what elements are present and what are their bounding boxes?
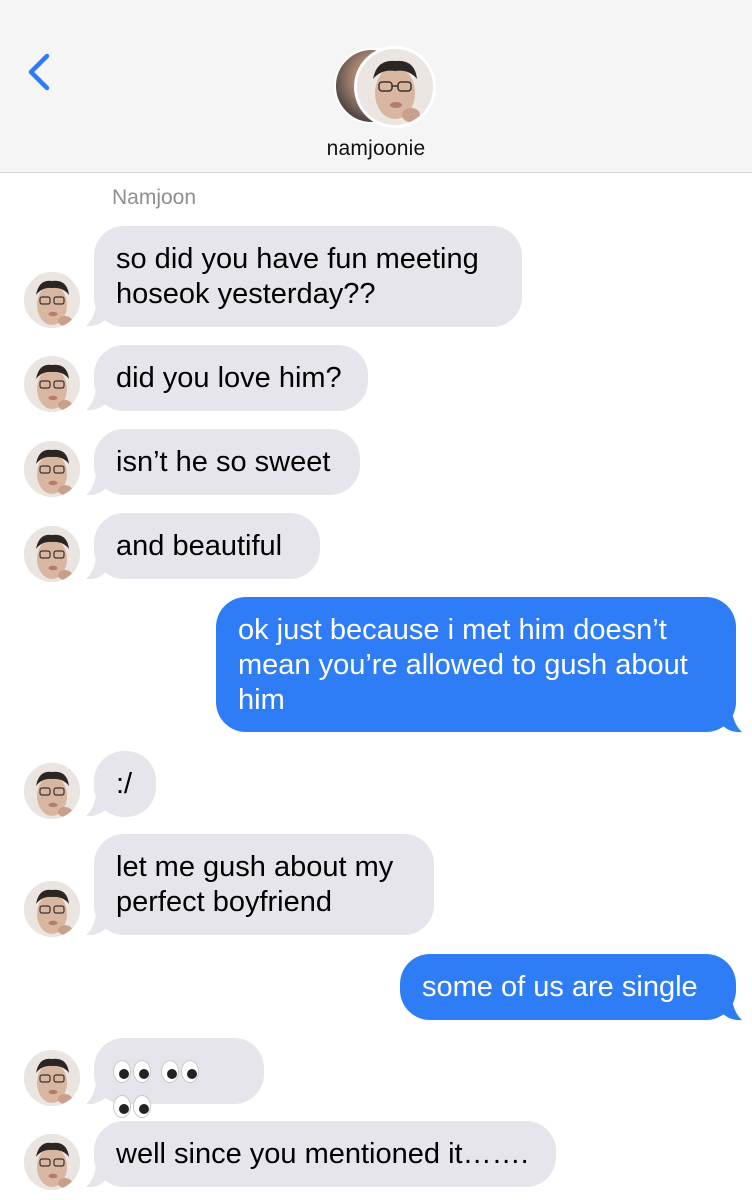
incoming-message-bubble[interactable]: and beautiful: [94, 513, 320, 579]
incoming-message-bubble[interactable]: let me gush about my perfect boyfriend: [94, 834, 434, 935]
incoming-message-bubble[interactable]: so did you have fun meeting hoseok yeste…: [94, 226, 522, 327]
contact-avatar: [354, 46, 436, 128]
sender-avatar[interactable]: [24, 1134, 80, 1190]
sender-avatar[interactable]: [24, 881, 80, 937]
incoming-message-bubble[interactable]: [94, 1038, 264, 1118]
incoming-message-bubble[interactable]: :/: [94, 751, 156, 817]
sender-avatar[interactable]: [24, 356, 80, 412]
incoming-message-bubble[interactable]: did you love him?: [94, 345, 368, 411]
incoming-message-bubble[interactable]: isn’t he so sweet: [94, 429, 360, 495]
contact-name[interactable]: namjoonie: [0, 137, 752, 161]
outgoing-message-bubble[interactable]: some of us are single: [400, 954, 736, 1020]
sender-avatar[interactable]: [24, 441, 80, 497]
contact-avatar-group[interactable]: [334, 46, 436, 128]
chevron-left-icon: [28, 53, 50, 91]
sender-avatar[interactable]: [24, 272, 80, 328]
eyes-emoji-icon: [160, 1058, 200, 1093]
incoming-message-bubble[interactable]: well since you mentioned it…….: [94, 1121, 556, 1187]
conversation-header: namjoonie: [0, 0, 752, 173]
outgoing-message-bubble[interactable]: ok just because i met him doesn’t mean y…: [216, 597, 736, 732]
sender-label: Namjoon: [112, 186, 197, 209]
back-button[interactable]: [20, 50, 60, 94]
sender-avatar[interactable]: [24, 1050, 80, 1106]
sender-avatar[interactable]: [24, 763, 80, 819]
eyes-emoji-icon: [112, 1058, 152, 1093]
sender-avatar[interactable]: [24, 526, 80, 582]
